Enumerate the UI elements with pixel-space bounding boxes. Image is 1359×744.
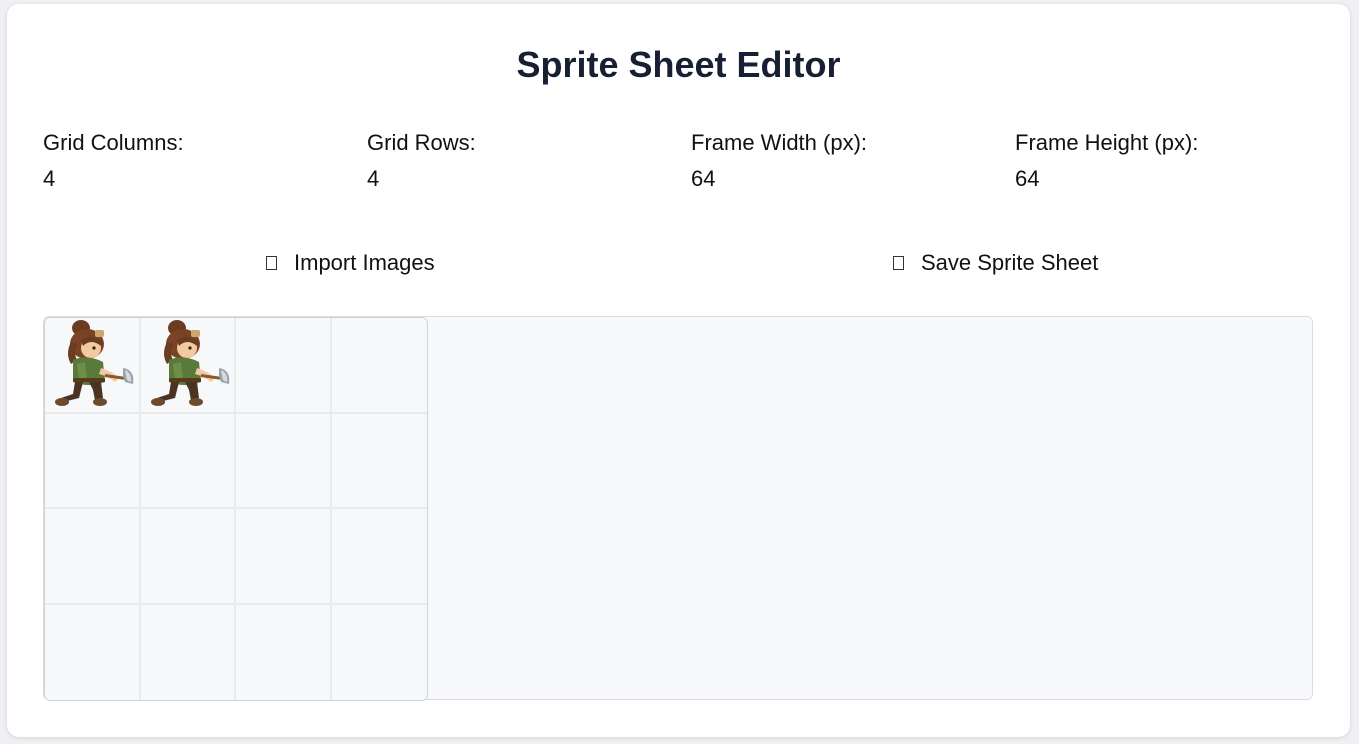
frame-height-field: Frame Height (px): xyxy=(1015,130,1315,192)
grid-cell[interactable] xyxy=(236,604,332,700)
grid-cell[interactable] xyxy=(332,605,428,701)
grid-rows-input[interactable] xyxy=(367,166,567,192)
grid-columns-input[interactable] xyxy=(43,166,243,192)
grid-cell[interactable] xyxy=(140,509,236,605)
import-images-label: Import Images xyxy=(294,250,435,275)
save-sprite-sheet-label: Save Sprite Sheet xyxy=(921,250,1099,275)
frame-width-input[interactable] xyxy=(691,166,891,192)
grid-cell[interactable] xyxy=(45,509,141,605)
woodcutter-sprite-icon xyxy=(141,318,233,410)
save-icon xyxy=(893,256,904,270)
grid-cell[interactable] xyxy=(45,413,141,509)
grid-cell[interactable] xyxy=(331,509,427,605)
grid-cell[interactable] xyxy=(236,318,332,414)
frame-height-label: Frame Height (px): xyxy=(1015,130,1199,155)
frame-width-field: Frame Width (px): xyxy=(691,130,991,192)
grid-cell[interactable] xyxy=(331,414,427,509)
grid-columns-field: Grid Columns: xyxy=(43,130,343,192)
sprite-canvas-area[interactable] xyxy=(43,316,1313,701)
grid-rows-label: Grid Rows: xyxy=(367,130,476,155)
grid-cell[interactable] xyxy=(236,509,332,605)
sprite-grid[interactable] xyxy=(44,317,428,701)
grid-cell[interactable] xyxy=(140,413,236,509)
grid-cell[interactable] xyxy=(45,604,141,700)
grid-cell[interactable] xyxy=(141,604,236,700)
import-icon xyxy=(266,256,277,270)
grid-rows-field: Grid Rows: xyxy=(367,130,667,192)
frame-height-input[interactable] xyxy=(1015,166,1215,192)
page-title: Sprite Sheet Editor xyxy=(516,44,841,85)
editor-card: Sprite Sheet Editor Grid Columns: Grid R… xyxy=(7,4,1350,737)
grid-cell[interactable] xyxy=(331,318,427,414)
grid-cell[interactable] xyxy=(236,413,332,509)
frame-width-label: Frame Width (px): xyxy=(691,130,868,155)
woodcutter-sprite-icon xyxy=(45,318,137,410)
save-sprite-sheet-button[interactable]: Save Sprite Sheet xyxy=(893,250,1098,276)
grid-cell[interactable] xyxy=(140,318,236,414)
import-images-button[interactable]: Import Images xyxy=(266,250,435,276)
grid-cell[interactable] xyxy=(45,318,141,414)
grid-columns-label: Grid Columns: xyxy=(43,130,184,155)
